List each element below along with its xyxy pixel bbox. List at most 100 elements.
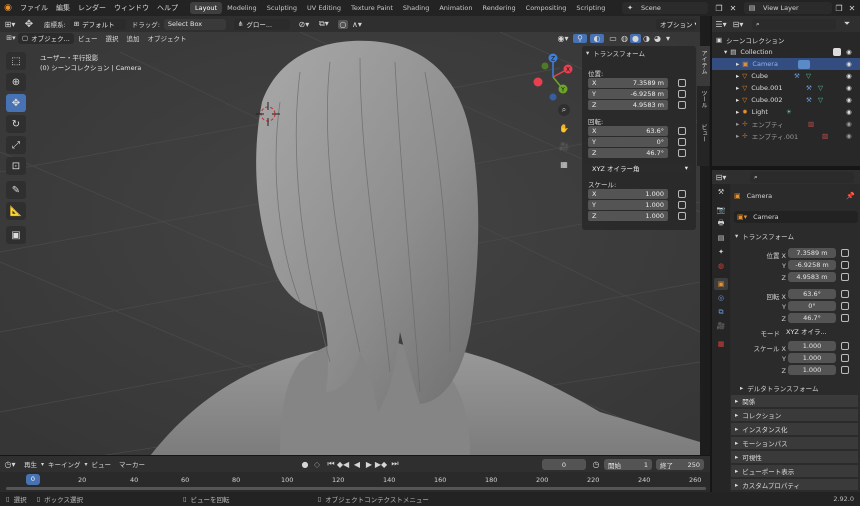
eye-icon[interactable]: ◉ <box>846 120 852 128</box>
delete-view-layer-icon[interactable]: ✕ <box>847 3 857 13</box>
jump-start-icon[interactable]: ⏮ <box>326 459 336 469</box>
zoom-icon[interactable]: ⌕ <box>558 104 570 116</box>
menu-marker[interactable]: マーカー <box>115 459 149 469</box>
delete-scene-icon[interactable]: ✕ <box>728 3 738 13</box>
falloff-icon[interactable]: ∧▾ <box>350 20 364 29</box>
snap-icon[interactable]: ⧉▾ <box>316 19 332 29</box>
tab-rendering[interactable]: Rendering <box>477 2 520 14</box>
outliner-item-light[interactable]: ▸ ✹ Light ☀ ◉ <box>712 106 860 118</box>
menu-timeline-view[interactable]: ビュー <box>88 459 116 469</box>
keyframe-icon[interactable]: ◇ <box>312 460 322 469</box>
tab-tool[interactable]: ツール <box>697 86 710 120</box>
object-data-tab-icon[interactable]: 🎥 <box>714 320 728 332</box>
play-reverse-icon[interactable]: ◀ <box>352 460 362 469</box>
relations-section[interactable]: ▸ 関係 <box>731 395 858 408</box>
scene-tab-icon[interactable]: ✦ <box>714 246 728 258</box>
mode-dropdown[interactable]: ▢ オブジェク... <box>18 32 74 44</box>
menu-file[interactable]: ファイル <box>16 3 52 13</box>
timeline-editor-icon[interactable]: ◷▾ <box>0 460 20 469</box>
outliner-item-cube-001[interactable]: ▸ ▽ Cube.001 ⚒ ▽ ◉ <box>712 82 860 94</box>
outliner-item-camera[interactable]: ▸ ▣ Camera ◉ <box>712 58 860 70</box>
lock-icon[interactable] <box>841 354 849 362</box>
tab-compositing[interactable]: Compositing <box>521 2 572 14</box>
menu-keying[interactable]: キーイング <box>44 459 85 469</box>
options-dropdown[interactable]: オプション▾ <box>656 18 696 30</box>
lock-icon[interactable] <box>841 314 849 322</box>
move-tool-icon[interactable]: ✥ <box>6 94 26 112</box>
physics-tab-icon[interactable]: ◎ <box>714 292 728 304</box>
menu-edit[interactable]: 編集 <box>52 3 74 13</box>
lock-icon[interactable] <box>678 149 686 157</box>
collections-section[interactable]: ▸ コレクション <box>731 409 858 422</box>
menu-render[interactable]: レンダー <box>74 3 110 13</box>
prop-rotation-mode-dropdown[interactable]: XYZ オイラ... <box>782 326 832 336</box>
prop-scale-x[interactable]: 1.000 <box>788 341 836 351</box>
select-box-tool-icon[interactable]: ⬚ <box>6 52 26 70</box>
overlay-toggle-icon[interactable]: ◐ <box>590 34 604 43</box>
menu-window[interactable]: ウィンドウ <box>110 3 153 13</box>
eye-icon[interactable]: ◉ <box>846 132 852 140</box>
tab-item[interactable]: アイテム <box>697 46 710 86</box>
npanel-location-y[interactable]: Y -6.9258 m <box>588 89 668 99</box>
eye-icon[interactable]: ◉ <box>846 72 852 80</box>
properties-search-input[interactable]: ⌕ <box>750 171 854 183</box>
prop-location-y[interactable]: -6.9258 m <box>788 260 836 270</box>
end-frame-field[interactable]: 終了 250 <box>656 459 704 470</box>
blender-logo-icon[interactable]: ◉ <box>0 3 16 13</box>
perspective-grid-icon[interactable]: ▦ <box>558 158 570 170</box>
transform-tool-icon[interactable]: ⊡ <box>6 157 26 175</box>
outliner-item-empty-001[interactable]: ▸ ✢ エンプティ.001 ▨ ◉ <box>712 130 860 142</box>
orientation-dropdown[interactable]: ⋔ グロー... <box>233 18 290 30</box>
prop-scale-z[interactable]: 1.000 <box>788 365 836 375</box>
eye-icon[interactable]: ◉ <box>846 48 852 56</box>
world-tab-icon[interactable]: ◍ <box>714 260 728 272</box>
visibility-section[interactable]: ▸ 可視性 <box>731 451 858 464</box>
xray-icon[interactable]: ▭ <box>607 34 619 43</box>
lock-icon[interactable] <box>678 138 686 146</box>
tab-animation[interactable]: Animation <box>434 2 477 14</box>
eye-icon[interactable]: ◉ <box>846 108 852 116</box>
lock-icon[interactable] <box>841 366 849 374</box>
instancing-section[interactable]: ▸ インスタンス化 <box>731 423 858 436</box>
tab-uv-editing[interactable]: UV Editing <box>302 2 346 14</box>
eye-icon[interactable]: ◉ <box>846 84 852 92</box>
tool-tab-icon[interactable]: ⚒ <box>714 186 728 198</box>
editor-type-icon[interactable]: ⊞▾ <box>0 20 20 29</box>
texture-tab-icon[interactable]: ▦ <box>714 338 728 350</box>
coord-dropdown[interactable]: ⊞ デフォルト <box>69 18 126 30</box>
tab-shading[interactable]: Shading <box>398 2 434 14</box>
proportional-edit-icon[interactable]: ○ <box>337 19 348 29</box>
divider[interactable] <box>0 455 710 456</box>
play-icon[interactable]: ▶ <box>364 460 374 469</box>
npanel-rotation-y[interactable]: Y 0° <box>588 137 668 147</box>
delta-transform-section[interactable]: ▸ デルタトランスフォーム <box>740 382 858 394</box>
jump-prev-keyframe-icon[interactable]: ◆◀ <box>337 460 349 469</box>
current-frame-indicator[interactable]: 0 <box>26 474 40 485</box>
constraints-tab-icon[interactable]: ⧉ <box>714 306 728 318</box>
npanel-location-x[interactable]: X 7.3589 m <box>588 78 668 88</box>
lock-icon[interactable] <box>841 273 849 281</box>
transform-section-header[interactable]: ▾ トランスフォーム <box>731 229 858 242</box>
menu-select[interactable]: 選択 <box>102 33 123 43</box>
start-frame-field[interactable]: 開始 1 <box>604 459 652 470</box>
add-cube-tool-icon[interactable]: ▣ <box>6 226 26 244</box>
prop-rotation-z[interactable]: 46.7° <box>788 313 836 323</box>
funnel-icon[interactable]: ⏷ <box>842 19 852 29</box>
divider[interactable] <box>712 166 860 170</box>
lock-icon[interactable] <box>678 101 686 109</box>
prop-rotation-y[interactable]: 0° <box>788 301 836 311</box>
tab-view[interactable]: ビュー <box>697 120 710 154</box>
jump-end-icon[interactable]: ⏭ <box>390 459 400 469</box>
motion-paths-section[interactable]: ▸ モーションパス <box>731 437 858 450</box>
prop-location-z[interactable]: 4.9583 m <box>788 272 836 282</box>
pan-hand-icon[interactable]: ✋ <box>558 122 570 134</box>
outliner-item-cube[interactable]: ▸ ▽ Cube ⚒ ▽ ◉ <box>712 70 860 82</box>
measure-tool-icon[interactable]: 📐 <box>6 202 26 220</box>
lock-icon[interactable] <box>678 90 686 98</box>
outliner-item-empty[interactable]: ▸ ✢ エンプティ ▨ ◉ <box>712 118 860 130</box>
npanel-scale-x[interactable]: X 1.000 <box>588 189 668 199</box>
menu-view[interactable]: ビュー <box>74 33 102 43</box>
output-tab-icon[interactable]: 🖶 <box>714 218 728 230</box>
custom-properties-section[interactable]: ▸ カスタムプロパティ <box>731 479 858 491</box>
eye-icon[interactable]: ◉ <box>846 96 852 104</box>
